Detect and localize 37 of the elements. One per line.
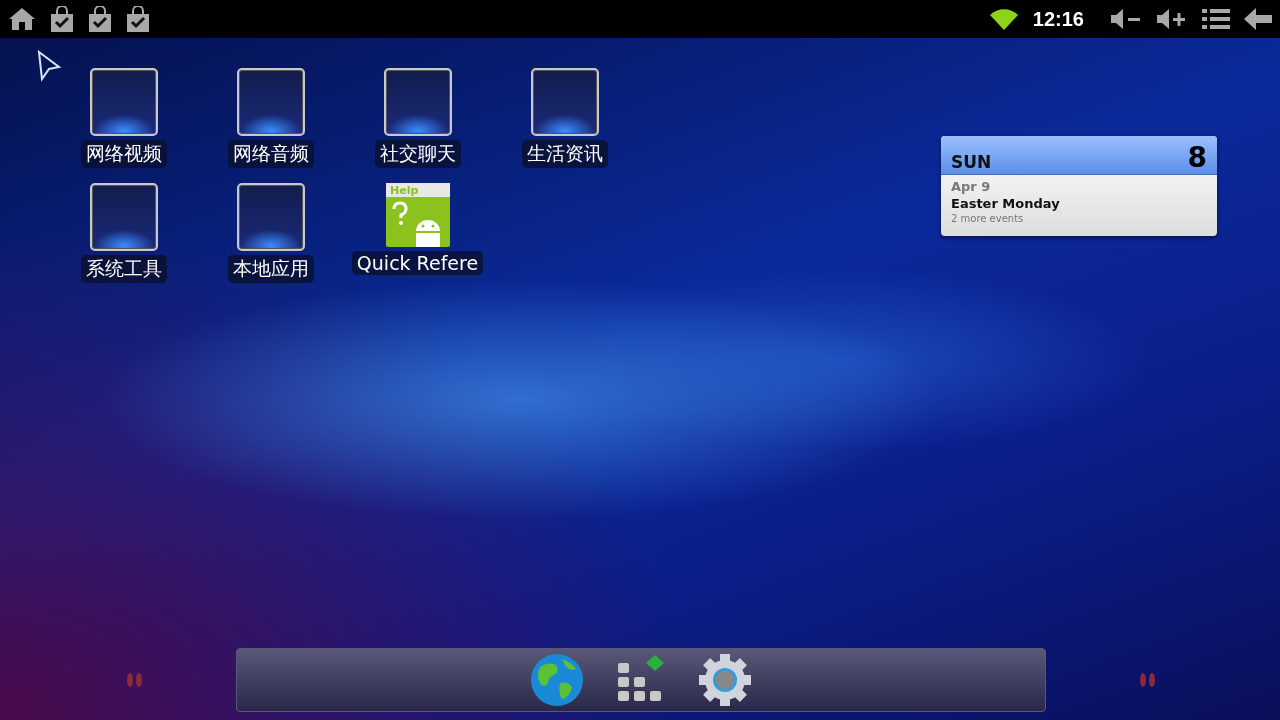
calendar-widget[interactable]: SUN 8 Apr 9 Easter Monday 2 more events — [941, 136, 1217, 236]
bag-check-icon[interactable] — [88, 6, 112, 32]
menu-icon[interactable] — [1202, 8, 1230, 30]
app-label[interactable]: 本地应用 — [227, 255, 314, 283]
volume-down-icon[interactable] — [1110, 8, 1142, 30]
folder-icon[interactable] — [89, 183, 158, 251]
event-date: Apr 9 — [951, 179, 992, 194]
folder-icon[interactable] — [236, 68, 305, 136]
home-icon[interactable] — [8, 7, 36, 31]
app-label[interactable]: 系统工具 — [80, 255, 167, 283]
page-indicator-dot — [136, 673, 142, 687]
folder-icon[interactable] — [383, 68, 452, 136]
back-arrow-icon[interactable] — [1244, 8, 1272, 30]
bag-check-icon[interactable] — [126, 6, 150, 32]
app-label[interactable]: Quick Refere — [351, 251, 484, 275]
folder-icon[interactable] — [530, 68, 599, 136]
app-label[interactable]: 社交聊天 — [374, 140, 461, 168]
folder-icon[interactable] — [89, 68, 158, 136]
page-indicator-dot — [1140, 673, 1146, 687]
volume-up-icon[interactable] — [1156, 8, 1188, 30]
pointer-cursor-icon — [36, 50, 62, 82]
app-label[interactable]: 网络视频 — [80, 140, 167, 168]
event-title: Easter Monday — [951, 196, 1061, 211]
app-label[interactable]: 网络音频 — [227, 140, 314, 168]
settings-icon[interactable] — [698, 653, 752, 707]
clock-time: 12:16 — [1032, 7, 1084, 31]
folder-icon[interactable] — [236, 183, 305, 251]
page-indicator-dot — [1149, 673, 1155, 687]
page-indicator-dot — [127, 673, 133, 687]
wifi-icon — [988, 8, 1019, 30]
bag-check-icon[interactable] — [50, 6, 74, 32]
help-icon-text: Help — [389, 184, 418, 197]
day-number: 8 — [1187, 141, 1207, 174]
weekday-text: SUN — [951, 152, 992, 172]
more-events-text: 2 more events — [951, 213, 1025, 224]
globe-icon[interactable] — [530, 653, 584, 707]
app-label[interactable]: 生活资讯 — [521, 140, 608, 168]
